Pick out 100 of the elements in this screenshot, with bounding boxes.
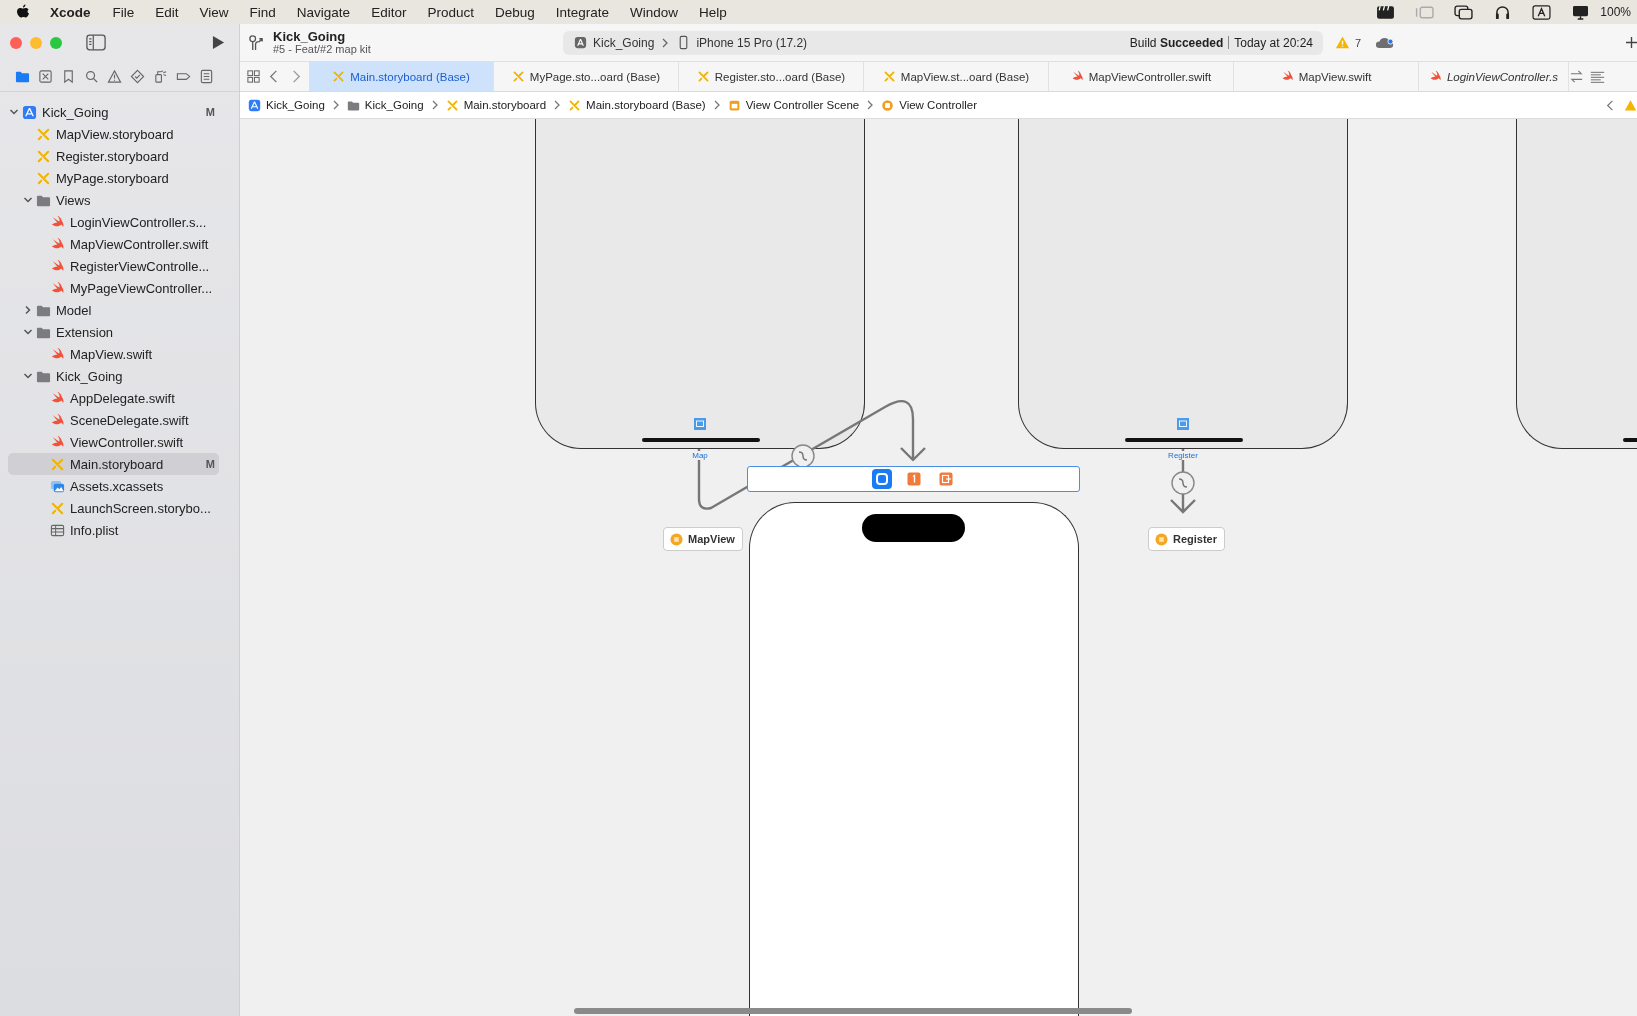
grid-icon[interactable] <box>246 69 261 84</box>
file-row[interactable]: LaunchScreen.storybo... <box>8 497 219 519</box>
storyboard-reference[interactable]: Register <box>1148 527 1226 551</box>
list-icon[interactable] <box>199 68 214 84</box>
breadcrumb-item[interactable]: View Controller Scene <box>727 98 860 112</box>
storyboard-icon <box>50 456 65 472</box>
chevron-down-icon[interactable] <box>23 327 33 337</box>
chevron-right-icon[interactable] <box>23 305 33 315</box>
search-icon[interactable] <box>84 68 99 84</box>
view-controller-icon[interactable] <box>871 469 892 489</box>
app-menu[interactable]: Xcode <box>50 4 91 20</box>
editor-tab[interactable]: LoginViewController.s <box>1419 62 1569 91</box>
file-name: Views <box>56 192 91 208</box>
tab-label: Main.storyboard (Base) <box>350 70 470 83</box>
file-name: SceneDelegate.swift <box>70 412 189 428</box>
image-view-icon <box>694 418 706 430</box>
cloud-icon[interactable] <box>1375 36 1396 49</box>
file-row[interactable]: Main.storyboard M <box>8 453 219 475</box>
menu-item[interactable]: Help <box>699 4 727 20</box>
warning-icon[interactable] <box>107 68 122 84</box>
plus-icon[interactable] <box>1626 37 1637 48</box>
device-selector[interactable]: iPhone 15 Pro (17.2) <box>676 35 808 50</box>
breadcrumb-item[interactable]: Kick_Going <box>248 98 325 112</box>
file-row[interactable]: MyPage.storyboard <box>8 167 219 189</box>
scrollbar-thumb[interactable] <box>574 1008 1132 1014</box>
branch-icon[interactable] <box>248 34 265 51</box>
tab-label: MapView.swift <box>1298 70 1372 83</box>
reference-icon <box>1155 532 1168 546</box>
file-row[interactable]: Model <box>8 299 219 321</box>
file-name: LoginViewController.s... <box>70 214 207 230</box>
breadcrumb-item[interactable]: View Controller <box>881 98 977 112</box>
folder-icon <box>346 98 360 112</box>
chevron-down-icon[interactable] <box>23 371 33 381</box>
warning-icon <box>1335 35 1350 50</box>
editor-tab[interactable]: Main.storyboard (Base) <box>309 62 494 91</box>
file-row[interactable]: RegisterViewControlle... <box>8 255 219 277</box>
file-row[interactable]: LoginViewController.s... <box>8 211 219 233</box>
file-name: Extension <box>56 324 114 340</box>
file-row[interactable]: Register.storyboard <box>8 145 219 167</box>
editor-tab[interactable]: MapViewController.swift <box>1049 62 1234 91</box>
storyboard-icon <box>36 148 51 164</box>
sidebar-toggle-icon[interactable] <box>86 34 106 51</box>
menu-item[interactable]: Window <box>630 4 679 20</box>
file-row[interactable]: ViewController.swift <box>8 431 219 453</box>
segue-icon[interactable] <box>791 444 815 468</box>
editor-tab[interactable]: MyPage.sto...oard (Base) <box>494 62 679 91</box>
breadcrumb-item[interactable]: Kick_Going <box>346 98 424 112</box>
menu-item[interactable]: View <box>199 4 229 20</box>
menu-item[interactable]: Product <box>427 4 474 20</box>
menu-item[interactable]: Integrate <box>555 4 610 20</box>
file-row[interactable]: Kick_Going M <box>8 101 219 123</box>
file-row[interactable]: MapView.storyboard <box>8 123 219 145</box>
bookmark-icon[interactable] <box>61 68 76 84</box>
storyboard-icon <box>696 70 710 83</box>
file-row[interactable]: MapViewController.swift <box>8 233 219 255</box>
apple-logo-icon[interactable] <box>16 4 30 20</box>
input-source-icon[interactable] <box>1532 4 1552 20</box>
menu-item[interactable]: Navigate <box>296 4 351 20</box>
file-row[interactable]: MapView.swift <box>8 343 219 365</box>
chevron-down-icon[interactable] <box>23 195 33 205</box>
file-row[interactable]: Views <box>8 189 219 211</box>
run-icon[interactable] <box>212 35 225 50</box>
file-row[interactable]: Kick_Going <box>8 365 219 387</box>
breadcrumb-item[interactable]: Main.storyboard (Base) <box>568 98 706 112</box>
swift-icon <box>1280 70 1294 83</box>
diamond-check-icon[interactable] <box>130 68 145 84</box>
menu-item[interactable]: Find <box>249 4 276 20</box>
tab-label: MyPage.sto...oard (Base) <box>529 70 661 83</box>
menu-item[interactable]: File <box>112 4 135 20</box>
segue-icon[interactable] <box>1171 471 1195 495</box>
scheme-selector[interactable]: Kick_Going <box>573 35 655 50</box>
chevron-right-icon <box>554 100 561 110</box>
file-row[interactable]: Info.plist <box>8 519 219 541</box>
close-button[interactable] <box>10 36 22 49</box>
storyboard-reference[interactable]: MapView <box>663 527 743 551</box>
editor-tab[interactable]: MapView.st...oard (Base) <box>864 62 1049 91</box>
menu-item[interactable]: Editor <box>371 4 407 20</box>
file-name: MapView.storyboard <box>56 126 174 142</box>
windows-icon[interactable] <box>1454 4 1474 20</box>
editor-tab[interactable]: MapView.swift <box>1234 62 1419 91</box>
chevron-down-icon[interactable] <box>9 107 19 117</box>
menu-item[interactable]: Edit <box>155 4 179 20</box>
chevron-right-icon <box>662 37 669 48</box>
swap-icon[interactable] <box>1569 69 1584 84</box>
lines-icon[interactable] <box>1590 69 1605 84</box>
menu-item[interactable]: Debug <box>494 4 535 20</box>
battery-percentage[interactable]: 100% <box>1600 5 1631 19</box>
display-icon[interactable] <box>1571 4 1591 20</box>
file-row[interactable]: SceneDelegate.swift <box>8 409 219 431</box>
square-x-icon[interactable] <box>38 68 53 84</box>
file-row[interactable]: Extension <box>8 321 219 343</box>
file-row[interactable]: Assets.xcassets <box>8 475 219 497</box>
warning-count[interactable]: 7 <box>1335 35 1362 50</box>
file-row[interactable]: AppDelegate.swift <box>8 387 219 409</box>
clapper-icon[interactable] <box>1376 4 1396 20</box>
spray-icon[interactable] <box>153 68 168 84</box>
breadcrumb-item[interactable]: Main.storyboard <box>445 98 547 112</box>
editor-tab[interactable]: Register.sto...oard (Base) <box>679 62 864 91</box>
file-row[interactable]: MyPageViewController... <box>8 277 219 299</box>
build-status: Build Succeeded <box>1129 35 1224 50</box>
